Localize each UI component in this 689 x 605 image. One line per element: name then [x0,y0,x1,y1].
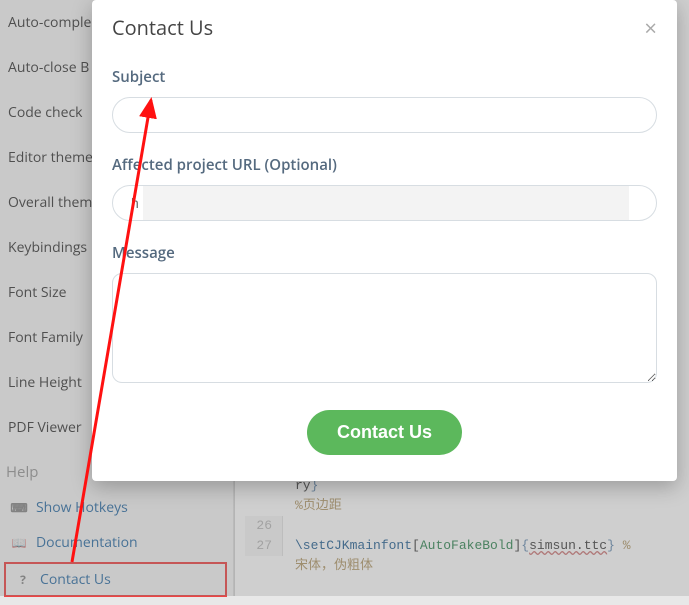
subject-input[interactable] [112,97,657,133]
modal-title: Contact Us [112,14,213,41]
project-url-input[interactable] [112,185,657,221]
subject-label: Subject [112,67,657,87]
contact-us-button[interactable]: Contact Us [307,410,462,455]
close-icon[interactable]: × [644,17,657,39]
message-label: Message [112,243,657,263]
contact-us-modal: Contact Us × Subject Affected project UR… [92,0,677,481]
message-textarea[interactable] [112,273,657,383]
project-url-label: Affected project URL (Optional) [112,155,657,175]
